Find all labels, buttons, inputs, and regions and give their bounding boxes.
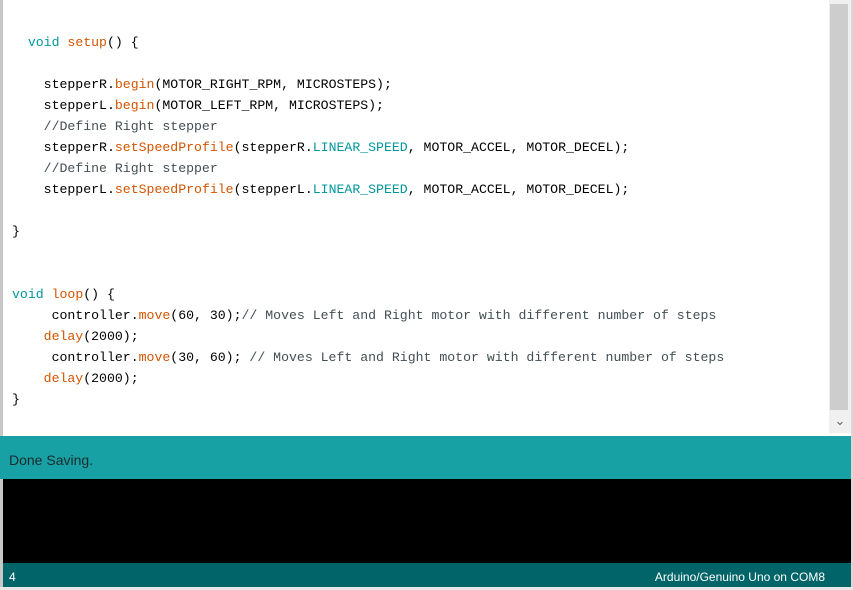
code-token: controller. [12,308,139,323]
code-line[interactable]: //Define Right stepper [12,158,218,179]
code-token: // Moves Left and Right motor with diffe… [249,350,725,365]
code-token: (2000); [83,371,139,386]
code-token: (stepperR. [233,140,313,155]
code-line[interactable]: stepperR.setSpeedProfile(stepperR.LINEAR… [12,137,630,158]
code-token: , MOTOR_ACCEL, MOTOR_DECEL); [407,182,630,197]
status-message: Done Saving. [9,452,94,468]
code-token: setSpeedProfile [114,140,234,155]
code-token: (stepperL. [233,182,313,197]
status-bar [0,436,851,479]
code-line[interactable]: void setup() { [12,32,139,53]
code-token: } [12,224,20,239]
code-token: void [12,287,44,302]
code-token: begin [114,77,155,92]
code-token: (60, 30); [170,308,242,323]
editor-vertical-scrollbar[interactable]: ⌄ [829,0,851,433]
code-token: // Moves Left and Right motor with diffe… [241,308,717,323]
code-token: } [12,392,20,407]
code-token: //Define Right stepper [43,119,218,134]
board-info: Arduino/Genuino Uno on COM8 [654,570,825,584]
code-line[interactable]: controller.move(60, 30);// Moves Left an… [12,305,717,326]
code-token: stepperL. [12,98,115,113]
code-token: setSpeedProfile [114,182,234,197]
code-line[interactable]: } [12,221,20,242]
code-token: (MOTOR_LEFT_RPM, MICROSTEPS); [154,98,384,113]
code-token: stepperL. [12,182,115,197]
code-token: delay [43,329,84,344]
code-token: LINEAR_SPEED [312,182,408,197]
code-line[interactable]: } [12,389,20,410]
code-token: void [27,35,60,50]
code-token: stepperR. [12,77,115,92]
code-line[interactable]: stepperR.begin(MOTOR_RIGHT_RPM, MICROSTE… [12,74,392,95]
code-line[interactable]: delay(2000); [12,326,139,347]
code-token: controller. [12,350,139,365]
console-output[interactable] [3,479,851,563]
code-token: move [138,308,171,323]
chevron-down-icon: ⌄ [834,414,846,429]
code-editor[interactable]: void setup() { stepperR.begin(MOTOR_RIGH… [3,0,829,433]
code-token: delay [43,371,84,386]
code-token: (30, 60); [170,350,250,365]
code-token: begin [114,98,155,113]
code-token: loop [51,287,84,302]
code-token: //Define Right stepper [43,161,218,176]
code-line[interactable]: void loop() { [12,284,115,305]
code-token: () { [106,35,139,50]
code-token: move [138,350,171,365]
code-token: () { [83,287,115,302]
scrollbar-thumb[interactable] [830,4,848,410]
code-token: (2000); [83,329,139,344]
code-line[interactable]: delay(2000); [12,368,139,389]
code-token: LINEAR_SPEED [312,140,408,155]
code-token: , MOTOR_ACCEL, MOTOR_DECEL); [407,140,630,155]
footer-bar: 4 Arduino/Genuino Uno on COM8 [3,563,851,587]
code-token: setup [67,35,107,50]
code-line[interactable]: controller.move(30, 60); // Moves Left a… [12,347,725,368]
code-token: (MOTOR_RIGHT_RPM, MICROSTEPS); [154,77,392,92]
scroll-down-button[interactable]: ⌄ [829,412,851,432]
code-line[interactable]: stepperL.setSpeedProfile(stepperL.LINEAR… [12,179,630,200]
code-line[interactable]: //Define Right stepper [12,116,218,137]
code-line[interactable]: stepperL.begin(MOTOR_LEFT_RPM, MICROSTEP… [12,95,384,116]
line-number: 4 [9,570,16,584]
code-token: stepperR. [12,140,115,155]
